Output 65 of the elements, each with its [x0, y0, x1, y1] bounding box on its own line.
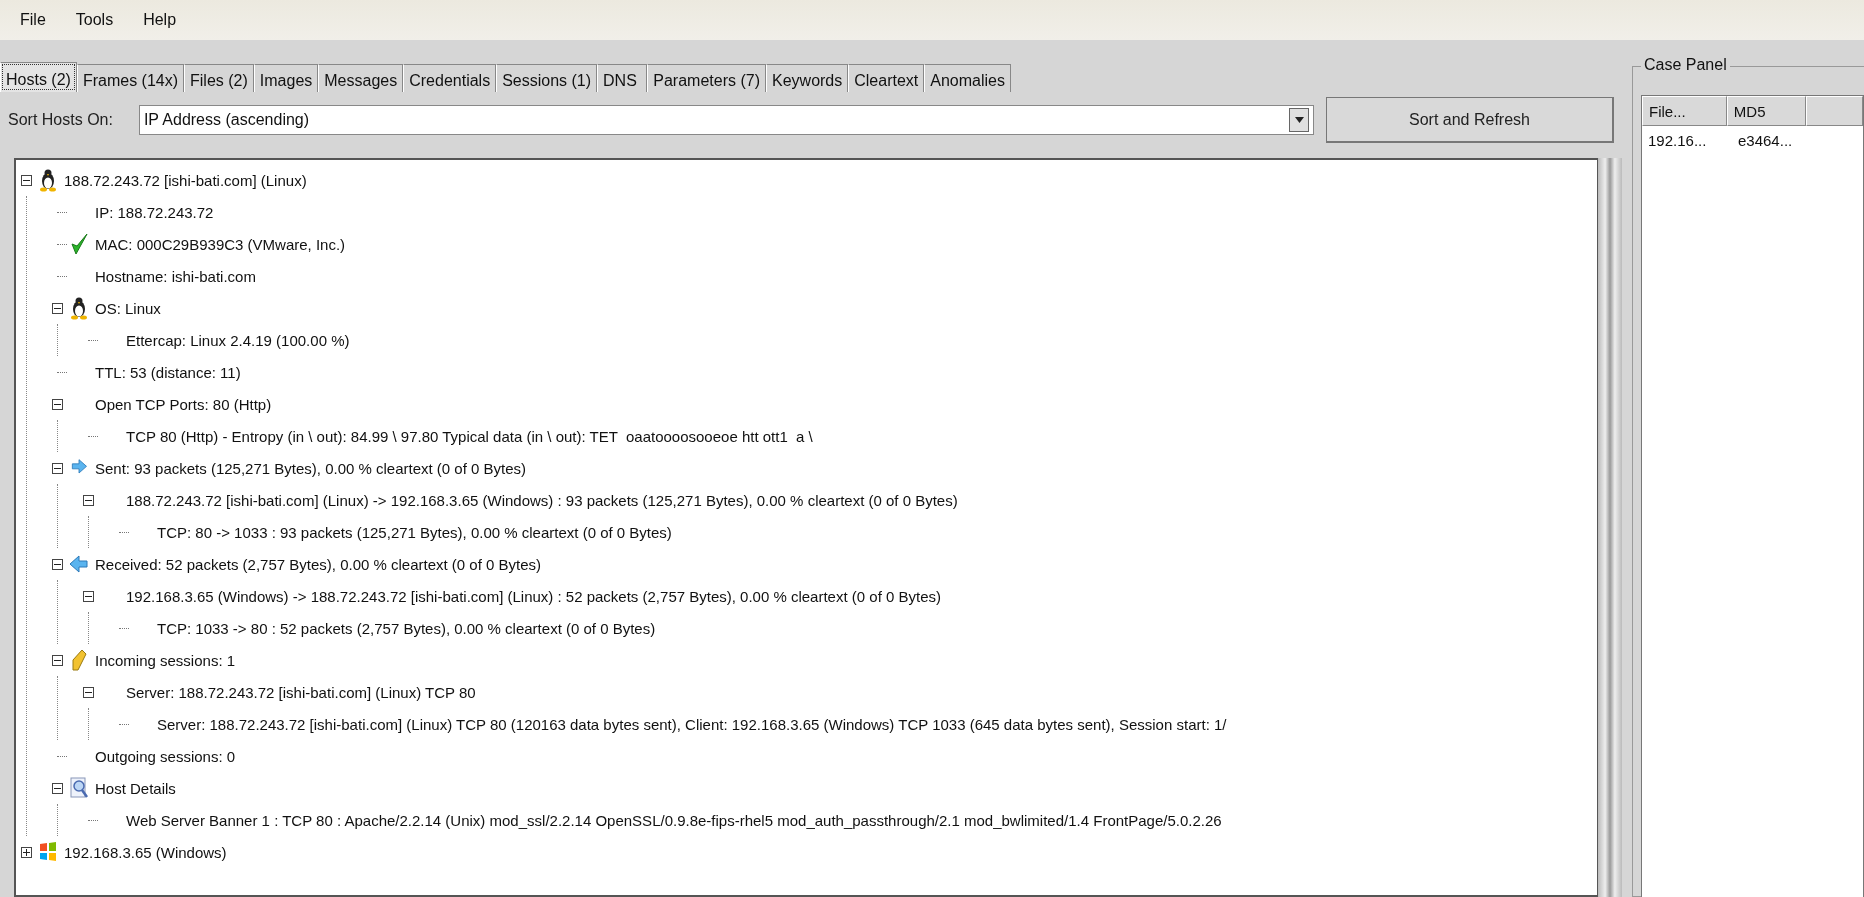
column-header[interactable]	[1806, 96, 1863, 126]
windows-flag-icon	[38, 840, 58, 864]
tree-item[interactable]: Server: 188.72.243.72 [ishi-bati.com] (Linux) TCP 80	[126, 683, 476, 701]
column-header[interactable]: File...	[1642, 96, 1727, 126]
tab[interactable]: Sessions (1)	[496, 64, 598, 92]
tab[interactable]: Messages	[318, 64, 404, 92]
menu-item[interactable]: Tools	[63, 7, 126, 33]
tab[interactable]: Parameters (7)	[647, 64, 766, 92]
tree-item[interactable]: OS: Linux	[95, 299, 161, 317]
sort-label: Sort Hosts On:	[8, 111, 113, 129]
pencil-icon	[69, 648, 89, 672]
table-cell-text: e3464...	[1737, 131, 1794, 149]
tree-item[interactable]: Ettercap: Linux 2.4.19 (100.00 %)	[126, 331, 350, 349]
dropdown-arrow-icon	[1294, 117, 1304, 123]
tree-item[interactable]: Open TCP Ports: 80 (Http)	[95, 395, 272, 413]
menu-item[interactable]: File	[8, 7, 58, 33]
tab[interactable]: Images	[253, 64, 319, 92]
sort-refresh-button[interactable]: Sort and Refresh	[1326, 97, 1614, 143]
tab[interactable]: Hosts (2)	[0, 62, 77, 92]
penguin-icon	[69, 296, 89, 320]
collapse-icon[interactable]	[82, 494, 94, 506]
tree-item[interactable]: Sent: 93 packets (125,271 Bytes), 0.00 % cleartext (0 of 0 Bytes)	[95, 459, 527, 477]
tab[interactable]: Cleartext	[848, 64, 925, 92]
collapse-icon[interactable]	[51, 782, 63, 794]
tree-item[interactable]: TTL: 53 (distance: 11)	[95, 363, 241, 381]
tree-item[interactable]: Web Server Banner 1 : TCP 80 : Apache/2.2.14 (Unix) mod_ssl/2.2.14 OpenSSL/0.9.8e-fips-rhel5 mod_auth_passthrough/2.1 mod_bwlimited/1.4 FrontPage/5.0.2.26	[126, 811, 1222, 829]
tab[interactable]: Anomalies	[924, 64, 1011, 92]
tree-item[interactable]: Server: 188.72.243.72 [ishi-bati.com] (Linux) TCP 80 (120163 data bytes sent), Client: 192.168.3.65 (Windows) TCP 1033 (645 data bytes sent), Session start: 1/	[157, 715, 1227, 733]
column-header[interactable]: MD5	[1726, 96, 1807, 126]
collapse-icon[interactable]	[51, 654, 63, 666]
tab[interactable]: DNS	[597, 64, 648, 92]
splitter[interactable]	[1597, 158, 1622, 897]
tree-item[interactable]: 188.72.243.72 [ishi-bati.com] (Linux) -> 192.168.3.65 (Windows) : 93 packets (125,271 Bytes), 0.00 % cleartext (0 of 0 Bytes)	[126, 491, 958, 509]
tree-item[interactable]: 192.168.3.65 (Windows)	[64, 843, 227, 861]
sort-dropdown[interactable]: IP Address (ascending)	[138, 105, 1314, 135]
tree-item[interactable]: MAC: 000C29B939C3 (VMware, Inc.)	[95, 235, 346, 253]
penguin-icon	[38, 168, 58, 192]
left-arrow-icon	[69, 554, 89, 574]
collapse-icon[interactable]	[82, 686, 94, 698]
expand-icon[interactable]	[20, 846, 32, 858]
menu-item[interactable]: Help	[131, 7, 189, 33]
tree-item[interactable]: TCP 80 (Http) - Entropy (in \ out): 84.99 \ 97.80 Typical data (in \ out): TET oaatoooosooeoe htt ott1 a \	[126, 427, 813, 445]
tab[interactable]: Files (2)	[184, 64, 254, 92]
collapse-icon[interactable]	[51, 302, 63, 314]
tree-item[interactable]: Received: 52 packets (2,757 Bytes), 0.00 % cleartext (0 of 0 Bytes)	[95, 555, 542, 573]
collapse-icon[interactable]	[51, 558, 63, 570]
tab[interactable]: Keywords	[766, 64, 849, 92]
tree-item[interactable]: TCP: 80 -> 1033 : 93 packets (125,271 Bytes), 0.00 % cleartext (0 of 0 Bytes)	[157, 523, 672, 541]
tree-item[interactable]: Outgoing sessions: 0	[95, 747, 236, 765]
collapse-icon[interactable]	[51, 398, 63, 410]
magnifier-document-icon	[69, 776, 89, 800]
tree-item[interactable]: TCP: 1033 -> 80 : 52 packets (2,757 Bytes), 0.00 % cleartext (0 of 0 Bytes)	[157, 619, 656, 637]
checkmark-icon	[69, 232, 89, 256]
tree-item[interactable]: Host Details	[95, 779, 176, 797]
tab[interactable]: Frames (14x)	[76, 64, 185, 92]
collapse-icon[interactable]	[51, 462, 63, 474]
tab[interactable]: Credentials	[403, 64, 497, 92]
table-cell-text: 192.16...	[1647, 131, 1708, 149]
tree-item[interactable]: 188.72.243.72 [ishi-bati.com] (Linux)	[64, 171, 307, 189]
tree-item[interactable]: Incoming sessions: 1	[95, 651, 236, 669]
collapse-icon[interactable]	[82, 590, 94, 602]
collapse-icon[interactable]	[20, 174, 32, 186]
tree-item[interactable]: Hostname: ishi-bati.com	[95, 267, 256, 285]
tree-item[interactable]: IP: 188.72.243.72	[95, 203, 214, 221]
tree-item[interactable]: 192.168.3.65 (Windows) -> 188.72.243.72 [ishi-bati.com] (Linux) : 52 packets (2,757 Bytes), 0.00 % cleartext (0 of 0 Bytes)	[126, 587, 941, 605]
